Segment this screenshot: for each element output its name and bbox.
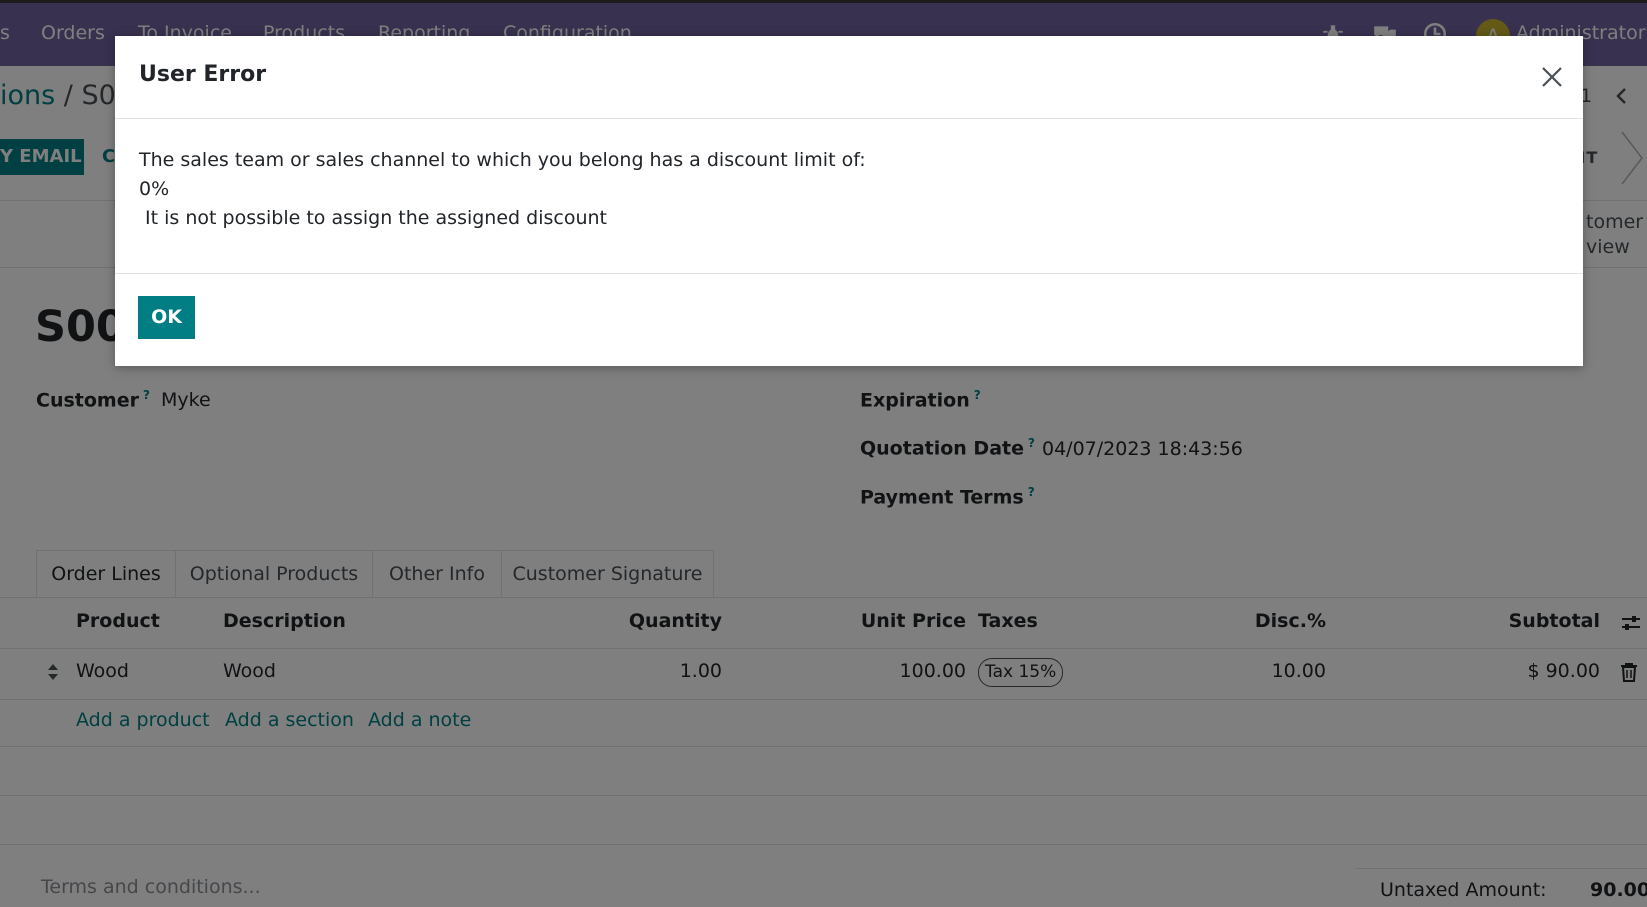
- dialog-header: User Error: [115, 36, 1583, 119]
- dialog-message-line: The sales team or sales channel to which…: [139, 149, 866, 171]
- ok-button[interactable]: OK: [138, 296, 195, 339]
- dialog-title: User Error: [139, 62, 267, 87]
- user-error-dialog: User Error The sales team or sales chann…: [115, 36, 1583, 366]
- close-icon[interactable]: [1535, 60, 1569, 94]
- dialog-message-line: 0%: [139, 178, 170, 200]
- dialog-message-line: It is not possible to assign the assigne…: [139, 207, 607, 229]
- dialog-footer: [115, 273, 1583, 366]
- dialog-body: The sales team or sales channel to which…: [139, 146, 866, 233]
